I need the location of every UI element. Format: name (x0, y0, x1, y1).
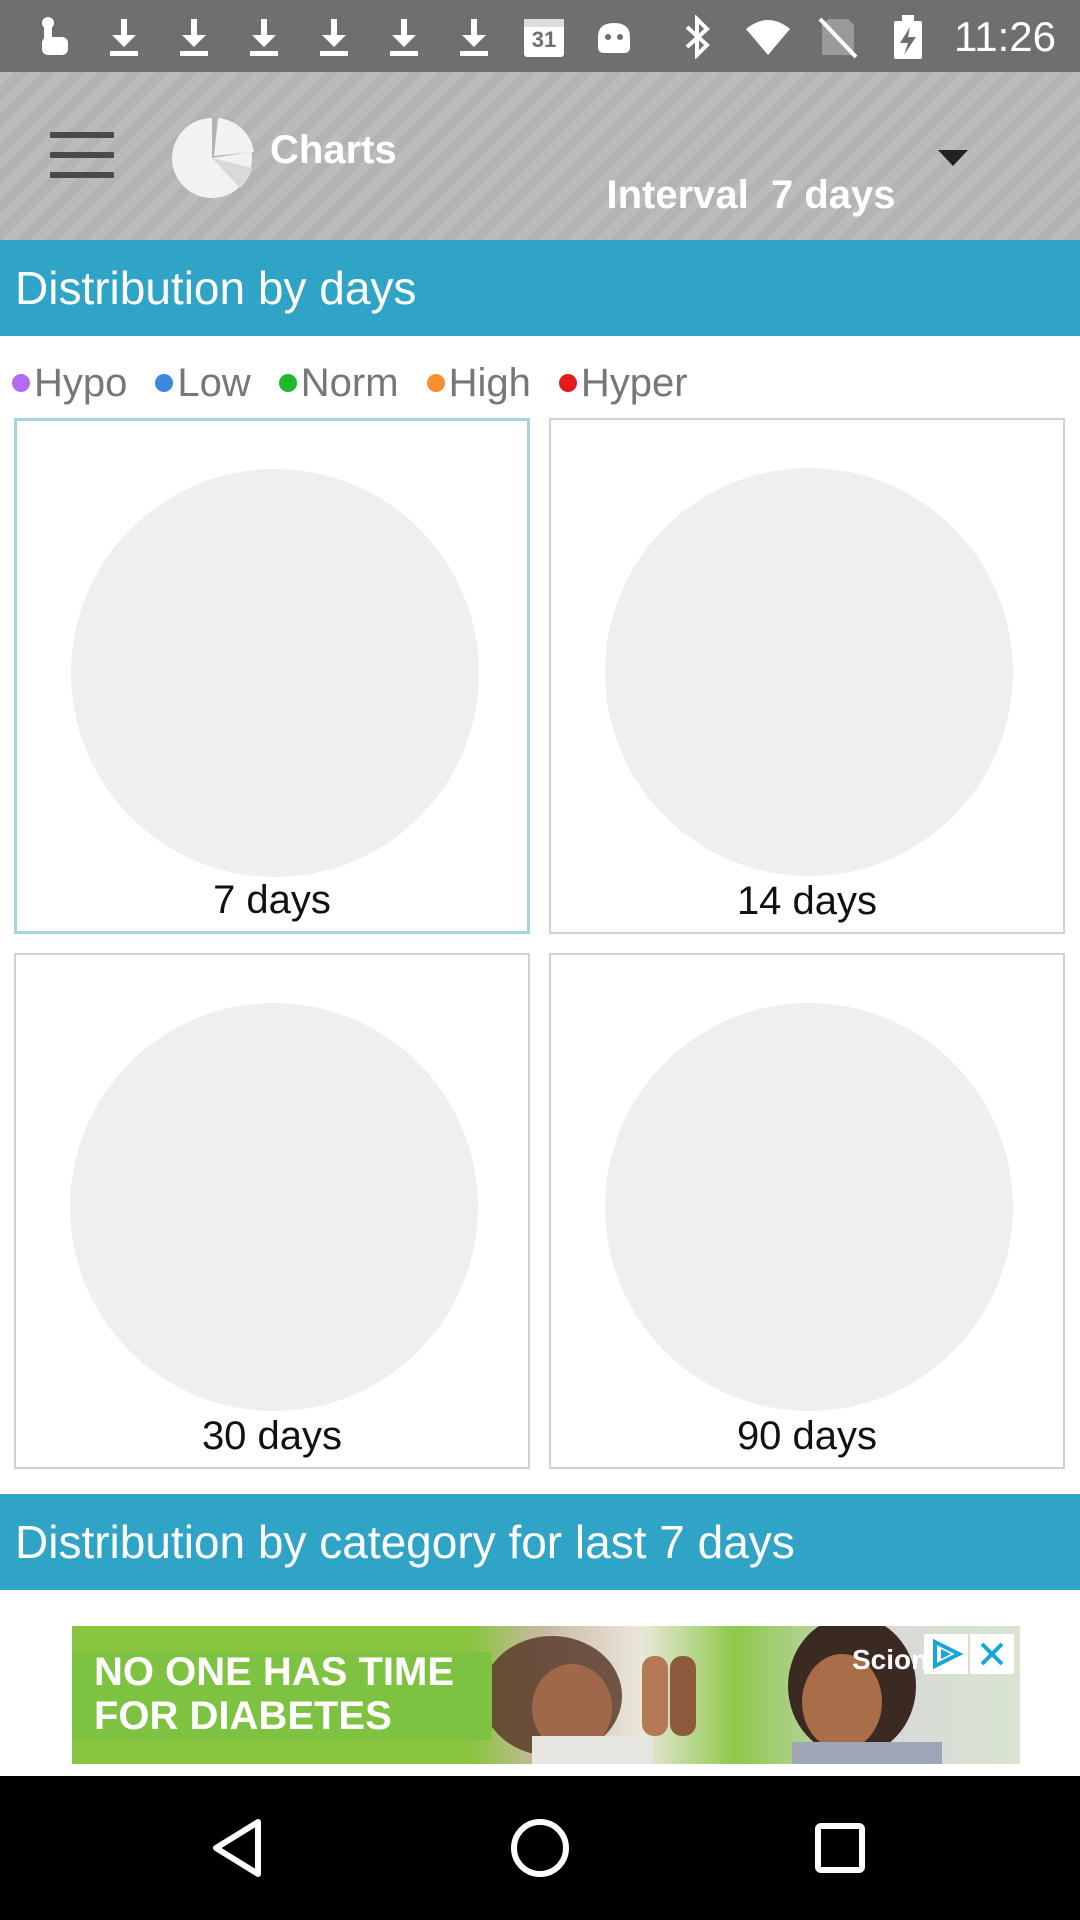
legend-label: Hyper (580, 360, 688, 405)
chevron-down-icon[interactable] (938, 150, 968, 166)
battery-charging-icon (884, 13, 932, 61)
system-icons: 11:26 (674, 12, 1056, 62)
legend-dot (558, 374, 577, 392)
wifi-icon (744, 13, 792, 61)
interval-value: 7 days (770, 173, 896, 217)
section-header-category: Distribution by category for last 7 days (0, 1494, 1080, 1590)
legend-dot (278, 374, 297, 392)
interval-label: Interval (606, 173, 749, 217)
legend-label: Hypo (34, 360, 128, 405)
pie-chart-logo-icon (172, 117, 254, 198)
pie-empty-disc (70, 1003, 478, 1411)
android-icon (590, 13, 638, 61)
legend-label: Norm (300, 360, 399, 405)
ad-brand: Scion (852, 1644, 929, 1675)
pie-empty-disc (71, 469, 479, 877)
notification-icons: 31 (30, 12, 638, 62)
legend-dot (426, 374, 445, 392)
legend-label: Low (177, 360, 251, 405)
legend-label: High (448, 360, 531, 405)
chart-label: 14 days (736, 879, 878, 923)
clock: 11:26 (954, 13, 1056, 60)
section-header-days: Distribution by days (0, 240, 1080, 336)
calendar-icon: 31 (520, 13, 568, 61)
chart-cell-30-days[interactable]: 30 days (14, 953, 530, 1469)
ad-choices-icon[interactable] (924, 1634, 968, 1674)
legend-item-hyper: Hyper (558, 360, 688, 406)
toolbar: Charts Interval 7 days (0, 72, 1080, 240)
chart-cell-7-days[interactable]: 7 days (14, 418, 530, 934)
status-bar: 31 11:26 (0, 0, 1080, 72)
close-icon[interactable] (970, 1634, 1014, 1674)
home-icon[interactable] (504, 1812, 576, 1884)
chart-cell-14-days[interactable]: 14 days (549, 418, 1065, 934)
pie-chart (605, 468, 1013, 876)
touch-icon (30, 13, 78, 61)
legend-item-hypo: Hypo (12, 361, 127, 406)
pie-chart (71, 469, 479, 877)
chart-label: 7 days (213, 878, 331, 922)
calendar-day: 31 (531, 27, 557, 52)
download-icon (380, 13, 428, 61)
ad-headline: NO ONE HAS TIME FOR DIABETES (94, 1650, 454, 1738)
download-icon (100, 13, 148, 61)
download-icon (310, 13, 358, 61)
pie-chart (605, 1003, 1013, 1411)
download-icon (170, 13, 218, 61)
legend: Hypo Low Norm High Hyper (12, 356, 716, 410)
legend-item-norm: Norm (278, 360, 399, 406)
bluetooth-icon (674, 13, 722, 61)
navigation-bar (0, 1776, 1080, 1920)
ad-line-1: NO ONE HAS TIME (94, 1650, 455, 1694)
recents-icon[interactable] (804, 1812, 876, 1884)
download-icon (450, 13, 498, 61)
chart-label: 90 days (736, 1414, 878, 1458)
legend-item-high: High (426, 360, 531, 406)
download-icon (240, 13, 288, 61)
ad-line-2: FOR DIABETES (94, 1694, 392, 1738)
menu-icon[interactable] (50, 132, 114, 178)
pie-empty-disc (605, 1003, 1013, 1411)
chart-label: 30 days (201, 1414, 343, 1458)
back-icon[interactable] (204, 1812, 276, 1884)
legend-dot (12, 374, 30, 392)
no-sim-icon (814, 13, 862, 61)
pie-empty-disc (605, 468, 1013, 876)
ad-banner[interactable]: NO ONE HAS TIME FOR DIABETES Scion (72, 1626, 1020, 1764)
legend-dot (155, 374, 174, 392)
legend-item-low: Low (155, 360, 251, 406)
page-title: Charts (270, 128, 397, 172)
pie-chart (70, 1003, 478, 1411)
chart-cell-90-days[interactable]: 90 days (549, 953, 1065, 1469)
